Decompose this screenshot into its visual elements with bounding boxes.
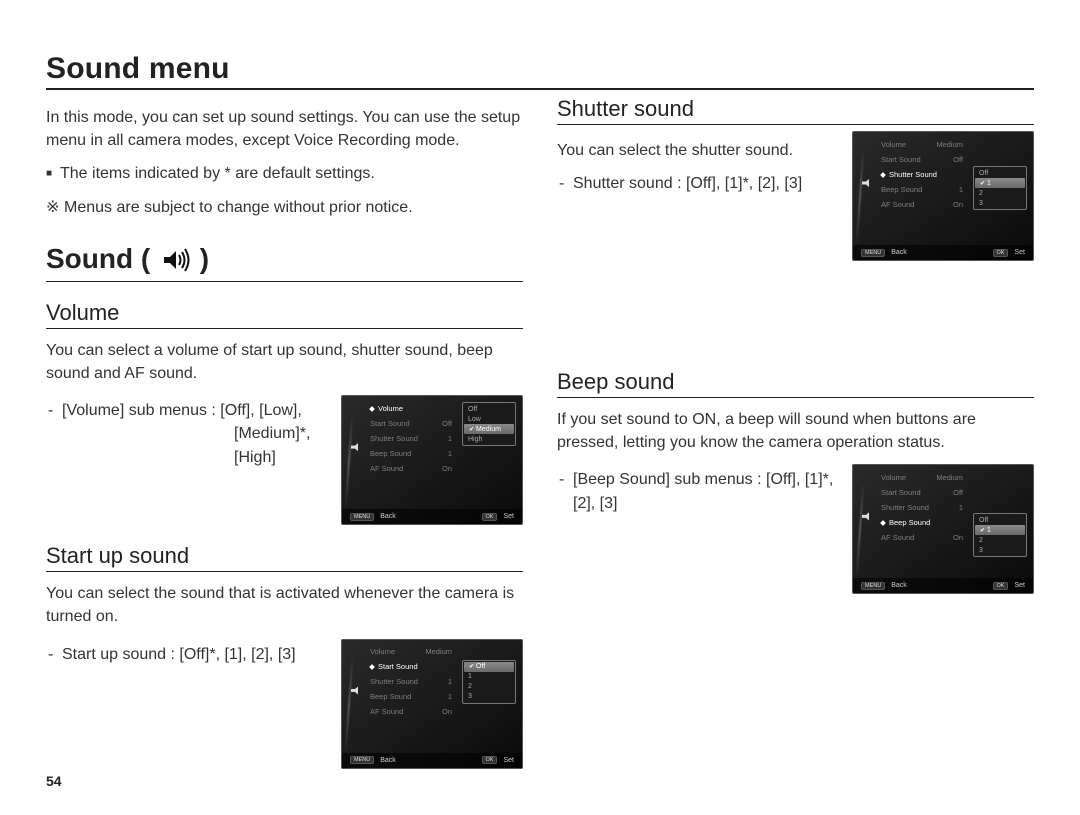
speaker-icon	[351, 442, 361, 452]
shutter-screenshot: VolumeMedium Start SoundOff Shutter Soun…	[852, 131, 1034, 261]
sound-heading-text: Sound (	[46, 243, 158, 274]
shutter-options: Shutter sound : [Off], [1]*, [2], [3]	[557, 172, 838, 195]
intro-text: In this mode, you can set up sound setti…	[46, 106, 523, 152]
sound-icon	[162, 247, 190, 279]
shutter-desc: You can select the shutter sound.	[557, 139, 838, 162]
beep-desc: If you set sound to ON, a beep will soun…	[557, 408, 1034, 454]
sound-section-heading: Sound ( )	[46, 243, 523, 282]
startup-heading: Start up sound	[46, 543, 523, 572]
change-note: Menus are subject to change without prio…	[46, 196, 523, 219]
beep-heading: Beep sound	[557, 369, 1034, 398]
speaker-icon	[862, 511, 872, 521]
volume-options-line1: [Volume] sub menus : [Off], [Low], [Medi…	[46, 399, 327, 469]
left-column: In this mode, you can set up sound setti…	[46, 96, 523, 769]
page-number: 54	[46, 773, 62, 789]
startup-desc: You can select the sound that is activat…	[46, 582, 523, 628]
startup-screenshot: VolumeMedium Start Sound Shutter Sound1 …	[341, 639, 523, 769]
right-column: Shutter sound You can select the shutter…	[557, 96, 1034, 769]
shutter-heading: Shutter sound	[557, 96, 1034, 125]
speaker-icon	[351, 686, 361, 696]
speaker-icon	[862, 178, 872, 188]
volume-desc: You can select a volume of start up soun…	[46, 339, 523, 385]
page-title: Sound menu	[46, 52, 1034, 90]
default-note: The items indicated by * are default set…	[46, 162, 523, 185]
sound-heading-close: )	[192, 243, 209, 274]
startup-options: Start up sound : [Off]*, [1], [2], [3]	[46, 643, 327, 666]
beep-options: [Beep Sound] sub menus : [Off], [1]*, [2…	[557, 468, 838, 514]
volume-options-line2: [Medium]*, [High]	[62, 422, 327, 468]
volume-heading: Volume	[46, 300, 523, 329]
beep-screenshot: VolumeMedium Start SoundOff Shutter Soun…	[852, 464, 1034, 594]
volume-screenshot: Volume Start SoundOff Shutter Sound1 Bee…	[341, 395, 523, 525]
